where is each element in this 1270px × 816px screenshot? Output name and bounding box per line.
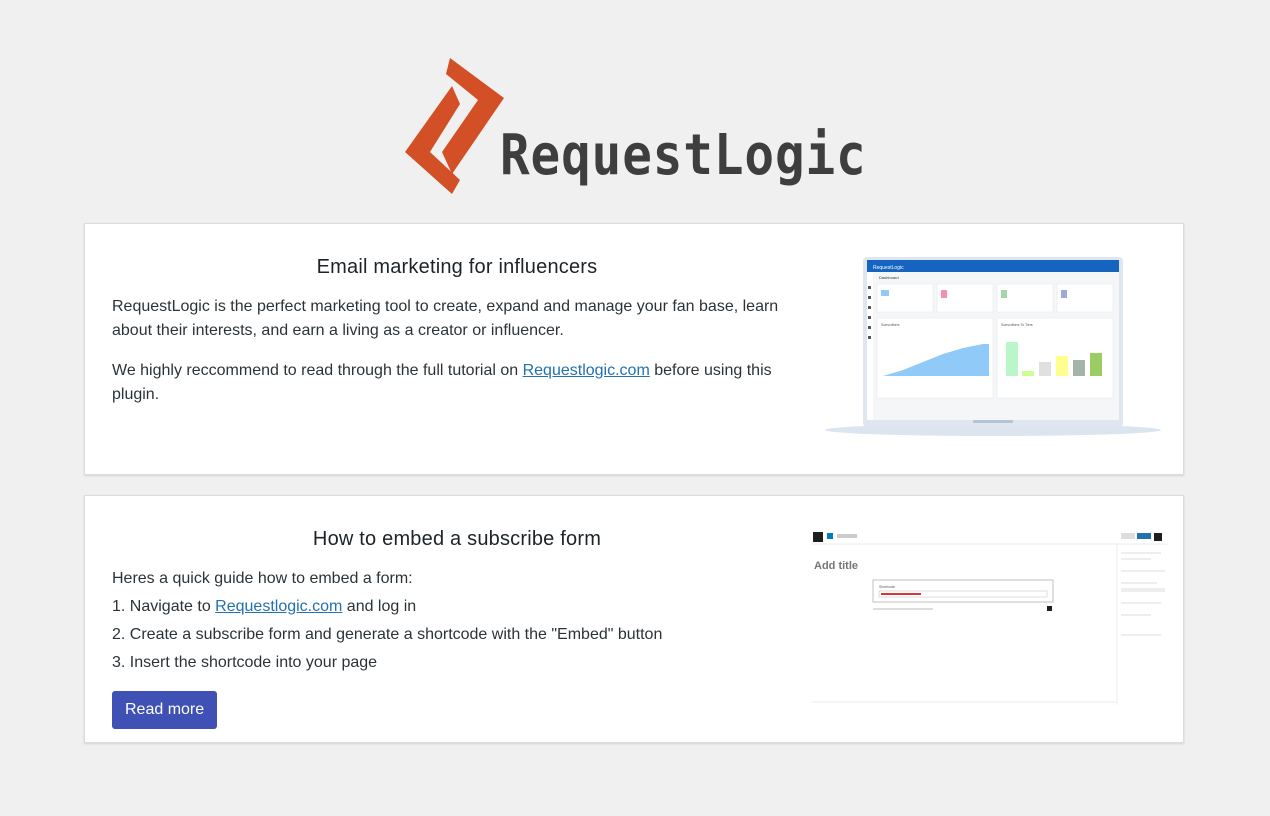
guide-step-1: 1. Navigate to Requestlogic.com and log …	[112, 598, 417, 615]
editor-screenshot-image: Add title Shortcode	[811, 530, 1169, 710]
chart1-title: Subscribers	[881, 323, 900, 327]
guide-step-2: 2. Create a subscribe form and generate …	[112, 626, 663, 643]
logo-wordmark: RequestLogic	[500, 123, 867, 188]
embed-guide-title: How to embed a subscribe form	[312, 528, 602, 550]
logo-mark-icon	[405, 58, 504, 194]
intro-card-title: Email marketing for influencers	[316, 256, 598, 278]
tutorial-link[interactable]: Requestlogic.com	[523, 362, 650, 379]
dashboard-laptop-image: RequestLogic Dashboard Subscribers Subsc…	[823, 254, 1163, 436]
requestlogic-link[interactable]: Requestlogic.com	[215, 598, 342, 615]
requestlogic-logo: RequestLogic	[400, 56, 890, 196]
tutorial-paragraph: We highly reccommend to read through the…	[112, 362, 772, 403]
guide-intro: Heres a quick guide how to embed a form:	[112, 570, 413, 587]
dashboard-app-name: RequestLogic	[873, 265, 904, 271]
read-more-button[interactable]: Read more	[112, 691, 218, 729]
intro-paragraph: RequestLogic is the perfect marketing to…	[112, 298, 779, 339]
editor-add-title: Add title	[814, 560, 858, 572]
guide-step-3: 3. Insert the shortcode into your page	[112, 654, 378, 671]
embed-guide-card: How to embed a subscribe form Heres a qu…	[84, 495, 1184, 743]
editor-shortcode-label: Shortcode	[879, 585, 895, 589]
intro-card: Email marketing for influencers RequestL…	[84, 223, 1184, 475]
dashboard-page-name: Dashboard	[879, 275, 899, 280]
chart2-title: Subscribers To Tiers	[1001, 323, 1033, 327]
